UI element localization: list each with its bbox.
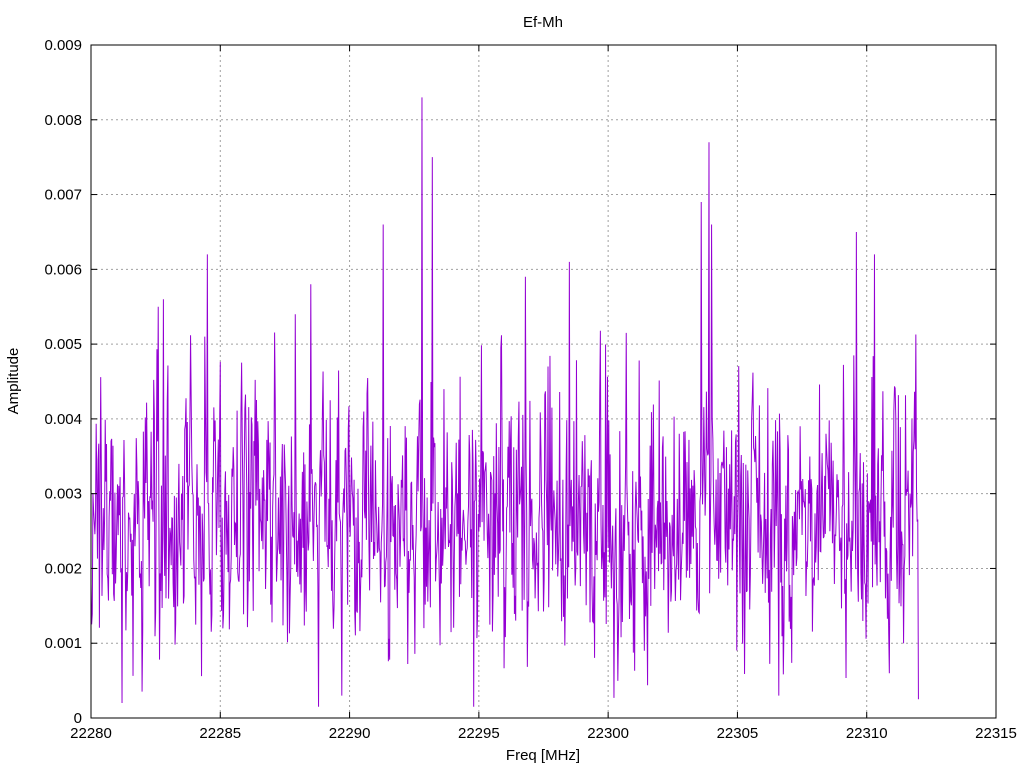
x-tick-label: 22300	[587, 725, 629, 742]
series-line-amplitude	[90, 97, 919, 707]
line-chart: 22280 22285 22290 22295 22300 22305 22310 22315…	[5, 14, 1017, 764]
series-layer	[90, 97, 919, 707]
x-tick-label: 22290	[329, 725, 371, 742]
x-tick-label: 22280	[70, 725, 112, 742]
y-tick-label: 0.006	[44, 261, 82, 278]
x-tick-label: 22315	[975, 725, 1017, 742]
y-axis-label: Amplitude	[5, 348, 22, 415]
x-axis-label: Freq [MHz]	[506, 747, 580, 764]
grid	[91, 45, 996, 718]
y-tick-label: 0.007	[44, 187, 82, 204]
x-tick-label: 22310	[846, 725, 888, 742]
y-tick-label: 0.002	[44, 560, 82, 577]
chart-container: 22280 22285 22290 22295 22300 22305 22310 22315…	[0, 0, 1024, 768]
y-tick-label: 0	[74, 710, 82, 727]
x-tick-label: 22285	[199, 725, 241, 742]
y-tick-label: 0.004	[44, 411, 82, 428]
chart-title: Ef-Mh	[523, 14, 563, 31]
plot-frame	[90, 44, 997, 719]
y-tick-label: 0.005	[44, 336, 82, 353]
y-tick-label: 0.008	[44, 112, 82, 129]
y-tick-label: 0.001	[44, 635, 82, 652]
x-tick-label: 22305	[717, 725, 759, 742]
y-tick-label: 0.003	[44, 486, 82, 503]
y-tick-label: 0.009	[44, 37, 82, 54]
x-tick-label: 22295	[458, 725, 500, 742]
